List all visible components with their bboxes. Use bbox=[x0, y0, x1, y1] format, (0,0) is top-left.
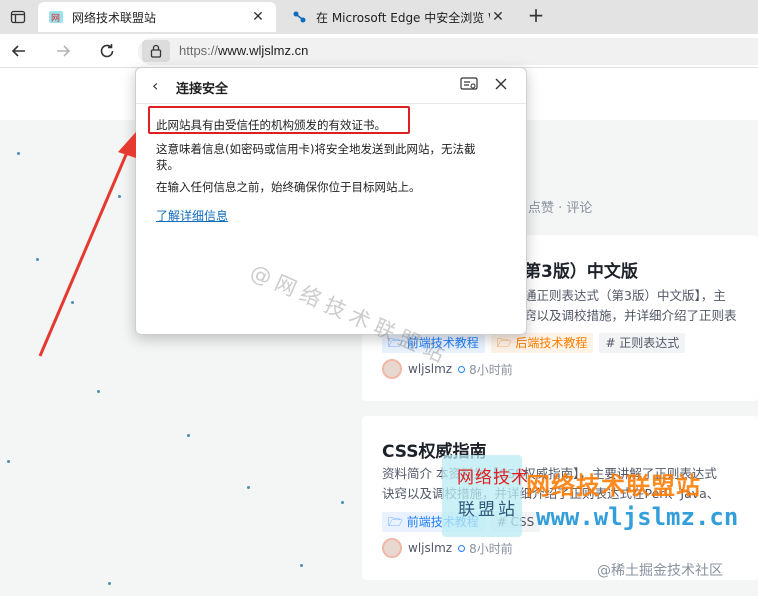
brand-url: www.wljslmz.cn bbox=[536, 503, 739, 531]
logo-text: 联盟站 bbox=[458, 500, 518, 520]
logo-text: 网络技术 bbox=[457, 468, 529, 488]
source-credit: @稀土掘金技术社区 bbox=[597, 563, 723, 579]
brand-name: 网络技术联盟站 bbox=[526, 472, 701, 500]
